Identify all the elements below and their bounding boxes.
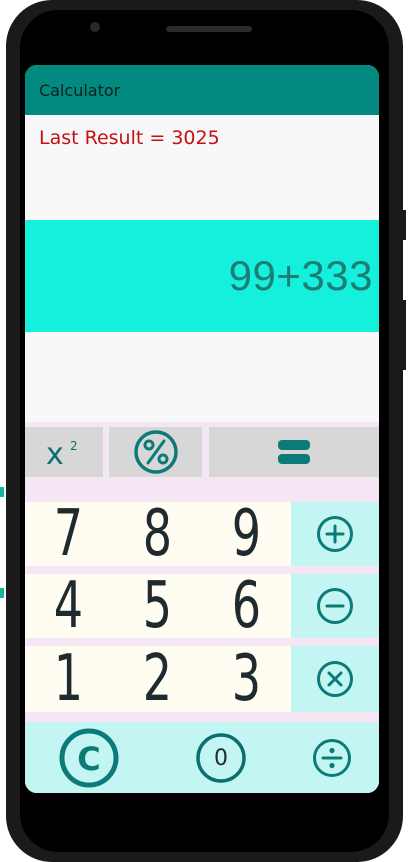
svg-text:x: x bbox=[46, 437, 64, 470]
equals-icon bbox=[278, 440, 310, 464]
digit-0-button[interactable]: 0 bbox=[189, 728, 253, 788]
digit-2-button[interactable]: 2 bbox=[112, 646, 202, 712]
power-button bbox=[402, 210, 406, 240]
divide-button[interactable] bbox=[307, 732, 357, 784]
digit-7-button[interactable]: 7 bbox=[25, 502, 112, 566]
digit-8-button[interactable]: 8 bbox=[112, 502, 202, 566]
digit-6-button[interactable]: 6 bbox=[202, 574, 291, 638]
edge-indicator bbox=[0, 487, 4, 497]
front-camera bbox=[90, 22, 100, 32]
digit-1-button[interactable]: 1 bbox=[25, 646, 112, 712]
digit-2-label: 2 bbox=[142, 642, 172, 716]
expression-text: 99+333 bbox=[228, 252, 373, 299]
square-icon: x 2 bbox=[46, 437, 78, 470]
last-result-label: Last Result = 3025 bbox=[39, 127, 220, 149]
clear-button[interactable]: C bbox=[51, 726, 127, 790]
digit-5-label: 5 bbox=[142, 569, 172, 643]
minus-circle-icon bbox=[317, 588, 353, 624]
digit-9-label: 9 bbox=[231, 497, 262, 571]
multiply-circle-icon bbox=[317, 661, 353, 697]
bottom-row: C 0 bbox=[25, 722, 379, 793]
edge-indicator bbox=[0, 588, 4, 598]
digit-8-label: 8 bbox=[142, 497, 172, 571]
digit-9-button[interactable]: 9 bbox=[202, 502, 291, 566]
percent-icon bbox=[133, 430, 178, 474]
digit-1-label: 1 bbox=[53, 642, 84, 716]
digit-4-label: 4 bbox=[53, 569, 84, 643]
digit-5-button[interactable]: 5 bbox=[112, 574, 202, 638]
app-bar: Calculator bbox=[25, 65, 379, 115]
earpiece-speaker bbox=[166, 26, 252, 32]
digit-3-label: 3 bbox=[231, 642, 262, 716]
multiply-button[interactable] bbox=[291, 646, 379, 712]
square-button[interactable]: x 2 bbox=[25, 427, 103, 477]
digit-6-label: 6 bbox=[231, 569, 262, 643]
percent-button[interactable] bbox=[109, 427, 202, 477]
svg-text:2: 2 bbox=[70, 439, 78, 453]
equals-button[interactable] bbox=[209, 427, 379, 477]
expression-display: 99+333 bbox=[25, 220, 379, 332]
digit-7-label: 7 bbox=[53, 497, 84, 571]
app-screen: Calculator Last Result = 3025 99+333 x 2 bbox=[25, 65, 379, 793]
digit-4-button[interactable]: 4 bbox=[25, 574, 112, 638]
divide-circle-icon bbox=[313, 739, 351, 777]
digit-0-label: 0 bbox=[214, 745, 228, 771]
keypad: x 2 7 8 9 4 5 6 1 2 3 C 0 bbox=[25, 422, 379, 793]
app-title: Calculator bbox=[39, 81, 121, 100]
digit-3-button[interactable]: 3 bbox=[202, 646, 291, 712]
plus-circle-icon bbox=[317, 516, 353, 552]
copyright-clear-icon: C bbox=[59, 728, 119, 788]
svg-text:C: C bbox=[77, 740, 100, 778]
volume-button bbox=[402, 300, 406, 370]
add-button[interactable] bbox=[291, 502, 379, 566]
subtract-button[interactable] bbox=[291, 574, 379, 638]
